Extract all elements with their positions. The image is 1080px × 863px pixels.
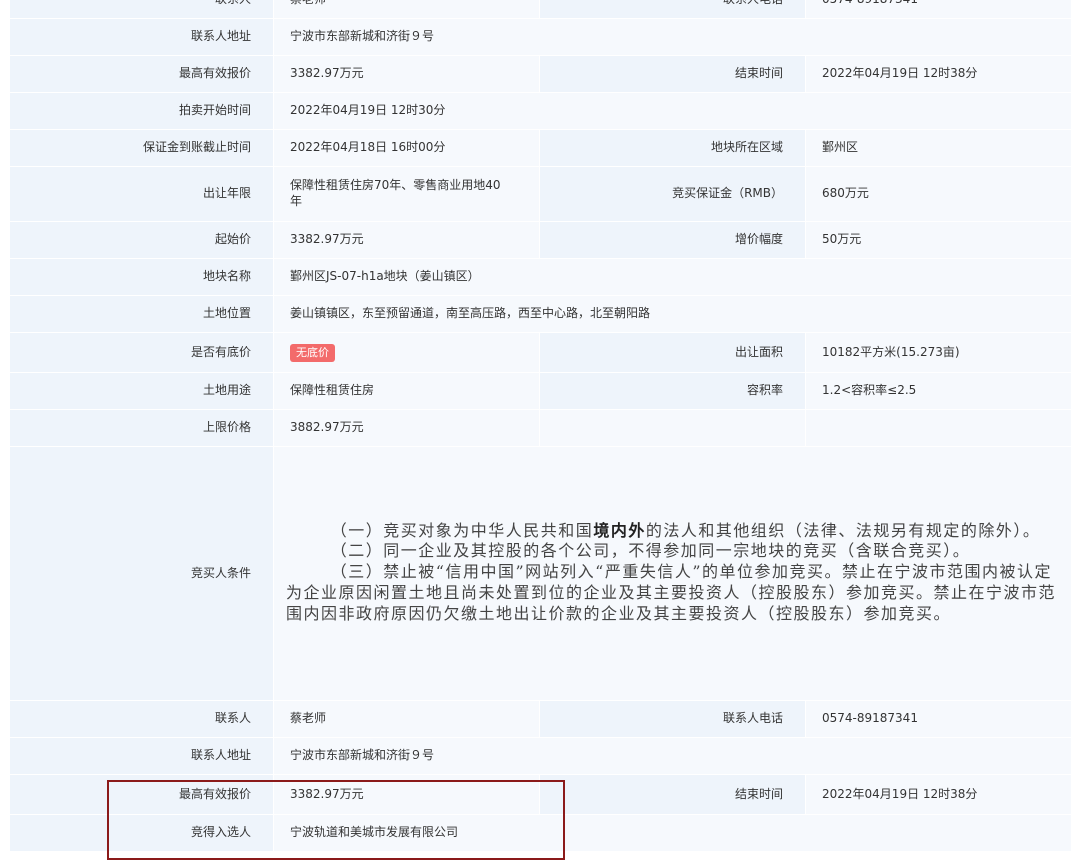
label-contact-phone: 联系人电话 [539, 700, 806, 738]
row-contact-bottom: 联系人 蔡老师 联系人电话 0574-89187341 [9, 700, 1072, 738]
label-address: 联系人地址 [9, 18, 274, 56]
row-highest-bid-bottom: 最高有效报价 3382.97万元 结束时间 2022年04月19日 12时38分 [9, 774, 1072, 815]
label-end-time: 结束时间 [539, 774, 806, 815]
value-reserve-price: 无底价 [273, 332, 540, 373]
condition-1-text-end: 的法人和其他组织（法律、法规另有规定的除外）。 [645, 520, 1041, 540]
row-address-bottom: 联系人地址 宁波市东部新城和济街９号 [9, 737, 1072, 775]
label-area: 出让面积 [539, 332, 806, 373]
condition-1-emphasis: 境内外 [593, 520, 646, 540]
condition-paragraph-3: （三）禁止被“信用中国”网站列入“严重失信人”的单位参加竞买。禁止在宁波市范围内… [286, 562, 1057, 623]
row-land-use: 土地用途 保障性租赁住房 容积率 1.2<容积率≤2.5 [9, 372, 1072, 410]
row-address-top: 联系人地址 宁波市东部新城和济街９号 [9, 18, 1072, 56]
row-reserve-price: 是否有底价 无底价 出让面积 10182平方米(15.273亩) [9, 332, 1072, 373]
label-price-cap: 上限价格 [9, 409, 274, 447]
auction-info-table: 联系人 蔡老师 联系人电话 0574-89187341 联系人地址 宁波市东部新… [9, 0, 1072, 852]
value-parcel-name: 鄞州区JS-07-h1a地块（姜山镇区） [273, 258, 1072, 296]
value-price-cap: 3882.97万元 [273, 409, 540, 447]
label-district: 地块所在区域 [539, 129, 806, 167]
value-auction-start: 2022年04月19日 12时30分 [273, 92, 1072, 130]
value-land-use: 保障性租赁住房 [273, 372, 540, 410]
label-contact: 联系人 [9, 700, 274, 738]
row-conditions: 竞买人条件 （一）竞买对象为中华人民共和国境内外的法人和其他组织（法律、法规另有… [9, 446, 1072, 701]
label-deposit-deadline: 保证金到账截止时间 [9, 129, 274, 167]
value-increment: 50万元 [805, 221, 1072, 259]
label-conditions: 竞买人条件 [9, 446, 274, 701]
value-contact: 蔡老师 [273, 700, 540, 738]
label-plot-ratio: 容积率 [539, 372, 806, 410]
value-area: 10182平方米(15.273亩) [805, 332, 1072, 373]
label-auction-start: 拍卖开始时间 [9, 92, 274, 130]
value-location: 姜山镇镇区，东至预留通道，南至高压路，西至中心路，北至朝阳路 [273, 295, 1072, 333]
row-winner: 竞得入选人 宁波轨道和美城市发展有限公司 [9, 814, 1072, 852]
label-contact: 联系人 [9, 0, 274, 19]
row-deposit-deadline: 保证金到账截止时间 2022年04月18日 16时00分 地块所在区域 鄞州区 [9, 129, 1072, 167]
empty-cell [805, 409, 1072, 447]
row-location: 土地位置 姜山镇镇区，东至预留通道，南至高压路，西至中心路，北至朝阳路 [9, 295, 1072, 333]
label-deposit: 竞买保证金（RMB） [539, 166, 806, 222]
value-winner: 宁波轨道和美城市发展有限公司 [273, 814, 1072, 852]
value-deposit-deadline: 2022年04月18日 16时00分 [273, 129, 540, 167]
value-conditions: （一）竞买对象为中华人民共和国境内外的法人和其他组织（法律、法规另有规定的除外）… [273, 446, 1072, 701]
label-land-use: 土地用途 [9, 372, 274, 410]
label-end-time: 结束时间 [539, 55, 806, 93]
condition-1-text: （一）竞买对象为中华人民共和国 [330, 520, 594, 540]
value-contact: 蔡老师 [273, 0, 540, 19]
value-deposit: 680万元 [805, 166, 1072, 222]
value-address: 宁波市东部新城和济街９号 [273, 737, 1072, 775]
label-starting-price: 起始价 [9, 221, 274, 259]
no-reserve-badge: 无底价 [290, 343, 335, 362]
label-winner: 竞得入选人 [9, 814, 274, 852]
value-end-time: 2022年04月19日 12时38分 [805, 55, 1072, 93]
condition-paragraph-1: （一）竞买对象为中华人民共和国境内外的法人和其他组织（法律、法规另有规定的除外）… [286, 521, 1061, 542]
value-starting-price: 3382.97万元 [273, 221, 540, 259]
row-starting-price: 起始价 3382.97万元 增价幅度 50万元 [9, 221, 1072, 259]
label-address: 联系人地址 [9, 737, 274, 775]
value-plot-ratio: 1.2<容积率≤2.5 [805, 372, 1072, 410]
value-highest-bid: 3382.97万元 [273, 55, 540, 93]
row-contact-top: 联系人 蔡老师 联系人电话 0574-89187341 [9, 0, 1072, 19]
label-location: 土地位置 [9, 295, 274, 333]
row-parcel-name: 地块名称 鄞州区JS-07-h1a地块（姜山镇区） [9, 258, 1072, 296]
label-contact-phone: 联系人电话 [539, 0, 806, 19]
value-highest-bid: 3382.97万元 [273, 774, 540, 815]
label-parcel-name: 地块名称 [9, 258, 274, 296]
row-auction-start: 拍卖开始时间 2022年04月19日 12时30分 [9, 92, 1072, 130]
value-contact-phone: 0574-89187341 [805, 700, 1072, 738]
label-increment: 增价幅度 [539, 221, 806, 259]
row-price-cap: 上限价格 3882.97万元 [9, 409, 1072, 447]
value-term: 保障性租赁住房70年、零售商业用地40年 [273, 166, 540, 222]
label-reserve-price: 是否有底价 [9, 332, 274, 373]
empty-cell [539, 409, 806, 447]
label-term: 出让年限 [9, 166, 274, 222]
row-highest-bid: 最高有效报价 3382.97万元 结束时间 2022年04月19日 12时38分 [9, 55, 1072, 93]
condition-paragraph-2: （二）同一企业及其控股的各个公司，不得参加同一宗地块的竞买（含联合竞买）。 [330, 541, 971, 561]
value-district: 鄞州区 [805, 129, 1072, 167]
label-highest-bid: 最高有效报价 [9, 55, 274, 93]
value-contact-phone: 0574-89187341 [805, 0, 1072, 19]
auction-details-page: 联系人 蔡老师 联系人电话 0574-89187341 联系人地址 宁波市东部新… [0, 0, 1080, 863]
value-end-time: 2022年04月19日 12时38分 [805, 774, 1072, 815]
value-address: 宁波市东部新城和济街９号 [273, 18, 1072, 56]
row-term: 出让年限 保障性租赁住房70年、零售商业用地40年 竞买保证金（RMB） 680… [9, 166, 1072, 222]
label-highest-bid: 最高有效报价 [9, 774, 274, 815]
